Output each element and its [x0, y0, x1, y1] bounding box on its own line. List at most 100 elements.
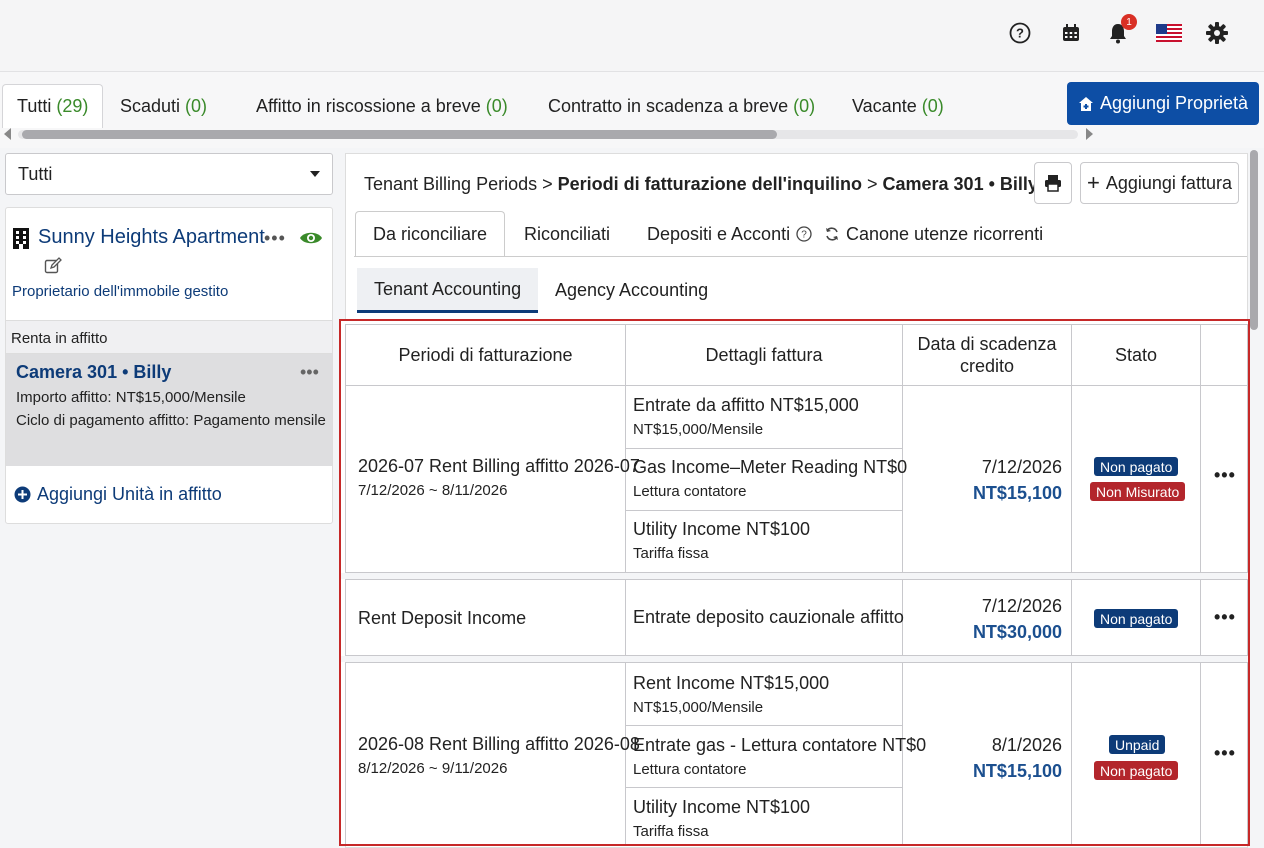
filter-value: Tutti — [18, 163, 53, 184]
due-amount: NT$15,100 — [972, 483, 1062, 503]
notification-badge: 1 — [1121, 14, 1137, 30]
breadcrumb-item[interactable]: Periodi di fatturazione dell'inquilino — [558, 174, 862, 194]
detail-title: Entrate da affitto NT$15,000 — [633, 395, 859, 415]
property-filter-select[interactable]: Tutti — [5, 153, 333, 195]
due-date-cell — [903, 579, 1072, 656]
property-name: Sunny Heights Apartment — [38, 226, 265, 248]
tab-scaduti[interactable]: Scaduti (0) — [106, 84, 221, 128]
tab-label: Tutti — [17, 96, 52, 116]
tab-label: Vacante — [852, 95, 917, 116]
scroll-thumb[interactable] — [1250, 150, 1258, 330]
tab-label: Da riconciliare — [373, 224, 488, 244]
detail-title: Utility Income NT$100 — [633, 797, 811, 817]
due-date: 7/12/2026 — [981, 596, 1062, 616]
tab-depositi-acconti[interactable]: Depositi e Acconti ? — [630, 211, 829, 257]
detail-title: Entrate gas - Lettura contatore NT$0 — [633, 735, 927, 755]
chevron-down-icon — [310, 171, 320, 177]
status-badge: Non Misurato — [1090, 482, 1186, 501]
help-icon[interactable]: ? — [1007, 20, 1033, 46]
tab-agency-accounting[interactable]: Agency Accounting — [538, 268, 725, 313]
us-flag-icon[interactable] — [1156, 20, 1182, 46]
top-bar: ? 1 — [0, 0, 1264, 72]
scroll-left-icon[interactable] — [4, 128, 11, 140]
unit-payment-cycle: Ciclo di pagamento affitto: Pagamento me… — [16, 412, 326, 429]
status-badge: Non pagato — [1094, 609, 1179, 628]
billing-table: Periodi di fatturazione Dettagli fattura… — [339, 319, 1250, 846]
add-property-label: Aggiungi Proprietà — [1099, 93, 1249, 113]
scroll-right-icon[interactable] — [1086, 128, 1093, 140]
detail-subtitle: NT$15,000/Mensile — [633, 421, 764, 438]
detail-subtitle: Tariffa fissa — [633, 545, 709, 562]
tab-contratto-scadenza[interactable]: Contratto in scadenza a breve (0) — [534, 84, 829, 128]
tab-count: (0) — [185, 95, 208, 116]
add-unit-button[interactable]: Aggiungi Unità in affitto — [14, 484, 222, 505]
row-more-icon[interactable]: ••• — [1214, 607, 1236, 628]
add-invoice-button[interactable]: + Aggiungi fattura — [1080, 162, 1239, 204]
detail-divider — [626, 725, 903, 726]
rental-unit-item[interactable]: Camera 301 • Billy ••• Importo affitto: … — [6, 354, 332, 466]
tab-tutti[interactable]: Tutti (29) — [2, 84, 103, 128]
add-invoice-label: Aggiungi fattura — [1105, 172, 1232, 193]
calendar-icon[interactable] — [1058, 20, 1084, 46]
detail-title: Gas Income–Meter Reading NT$0 — [633, 457, 908, 477]
tab-da-riconciliare[interactable]: Da riconciliare — [355, 211, 506, 257]
tab-riconciliati[interactable]: Riconciliati — [507, 211, 627, 257]
unit-more-icon[interactable]: ••• — [300, 362, 319, 383]
breadcrumb-separator: > — [542, 174, 553, 194]
refresh-icon — [826, 227, 838, 241]
status-badge: Non pagato — [1094, 457, 1179, 476]
status-badge: Non pagato — [1094, 761, 1179, 780]
tab-count: (0) — [485, 95, 508, 116]
period-cell: 2026-07 Rent Billing affitto 2026-07 7/1… — [345, 386, 640, 573]
tab-count: (0) — [793, 95, 816, 116]
tab-label: Contratto in scadenza a breve — [548, 95, 789, 116]
tab-label: Canone utenze ricorrenti — [846, 223, 1044, 244]
col-header-dettagli: Dettagli fattura — [626, 324, 903, 386]
period-cell: Rent Deposit Income — [345, 579, 626, 656]
unit-name: Camera 301 • Billy — [16, 362, 172, 382]
col-header-periodi: Periodi di fatturazione — [345, 324, 626, 386]
tab-affitto-riscossione[interactable]: Affitto in riscossione a breve (0) — [242, 84, 522, 128]
breadcrumb-separator: > — [866, 174, 878, 194]
property-owner-label: Proprietario dell'immobile gestito — [12, 283, 229, 300]
detail-subtitle: Tariffa fissa — [633, 823, 709, 840]
detail-divider — [626, 510, 903, 511]
breadcrumb-item[interactable]: Tenant Billing Periods — [364, 174, 537, 194]
row-more-icon[interactable]: ••• — [1214, 743, 1236, 764]
detail-title: Entrate deposito cauzionale affitto — [633, 607, 904, 627]
add-unit-label: Aggiungi Unità in affitto — [37, 484, 222, 504]
tab-vacante[interactable]: Vacante (0) — [838, 84, 958, 128]
property-title[interactable]: Sunny Heights Apartment — [12, 226, 265, 249]
period-title: 2026-08 Rent Billing affitto 2026-08 — [358, 734, 640, 754]
period-cell: 2026-08 Rent Billing affitto 2026-08 8/1… — [345, 662, 640, 844]
due-amount: NT$30,000 — [972, 622, 1062, 642]
property-card: Sunny Heights Apartment ••• Proprietario… — [5, 207, 333, 524]
eye-icon[interactable] — [299, 230, 323, 251]
svg-text:?: ? — [1016, 26, 1024, 41]
add-property-button[interactable]: Aggiungi Proprietà — [1067, 82, 1259, 125]
tab-tenant-accounting[interactable]: Tenant Accounting — [357, 268, 539, 313]
print-button[interactable] — [1034, 162, 1072, 204]
status-cell — [1072, 386, 1201, 573]
tab-label: Scaduti — [120, 95, 181, 116]
home-plus-icon — [1078, 96, 1093, 111]
bell-icon[interactable]: 1 — [1105, 14, 1137, 46]
tab-label: Depositi e Acconti — [647, 223, 791, 244]
due-date: 8/1/2026 — [991, 735, 1062, 755]
rent-section-heading: Renta in affitto — [6, 320, 332, 354]
scroll-thumb[interactable] — [22, 130, 777, 139]
period-title: 2026-07 Rent Billing affitto 2026-07 — [358, 456, 640, 476]
tab-canone-utenze[interactable]: Canone utenze ricorrenti — [807, 211, 1060, 257]
gear-icon[interactable] — [1204, 20, 1230, 46]
edit-icon[interactable] — [44, 257, 62, 280]
row-more-icon[interactable]: ••• — [1214, 465, 1236, 486]
period-title: Rent Deposit Income — [358, 608, 527, 628]
vertical-scrollbar[interactable] — [1250, 150, 1260, 348]
property-more-icon[interactable]: ••• — [264, 228, 286, 249]
building-icon — [13, 227, 29, 249]
due-date: 7/12/2026 — [981, 457, 1062, 477]
tab-label: Agency Accounting — [555, 280, 709, 300]
horizontal-scrollbar[interactable] — [4, 126, 1094, 142]
tab-label: Affitto in riscossione a breve — [256, 95, 481, 116]
plus-icon: + — [1087, 170, 1100, 195]
